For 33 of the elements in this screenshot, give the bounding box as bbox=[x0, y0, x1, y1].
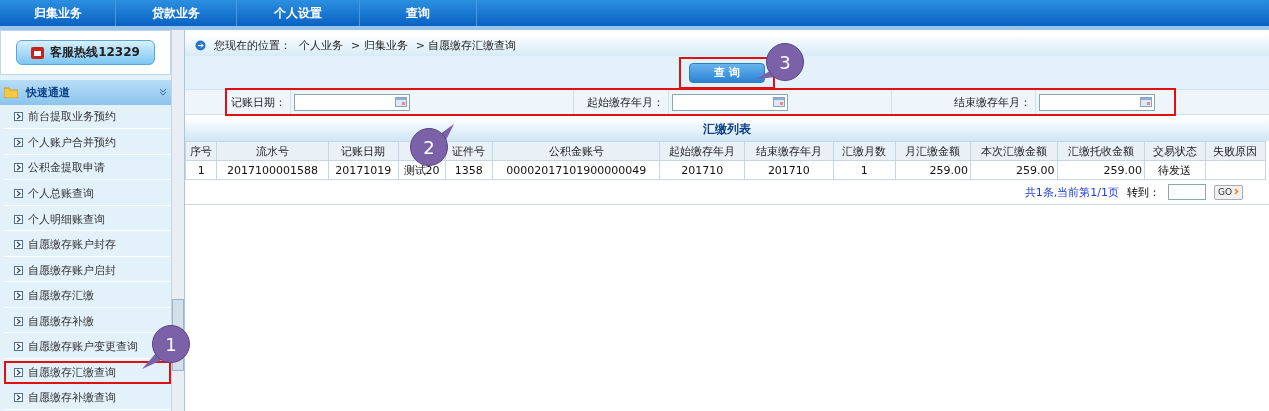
column-header: 序号 bbox=[185, 141, 217, 161]
column-header: 月汇缴金额 bbox=[895, 141, 971, 161]
column-header: 流水号 bbox=[216, 141, 329, 161]
table-cell: 259.00 bbox=[970, 160, 1057, 180]
table-cell: 259.00 bbox=[1057, 160, 1145, 180]
breadcrumb-label: 您现在的位置： bbox=[214, 37, 291, 53]
filter-label: 起始缴存年月： bbox=[573, 90, 669, 114]
page-summary: 共1条,当前第1/1页 bbox=[1024, 184, 1119, 200]
column-header: 汇缴托收金额 bbox=[1057, 141, 1145, 161]
column-header: 证件号 bbox=[445, 141, 493, 161]
table-cell: 1 bbox=[185, 160, 217, 180]
table-cell: 1 bbox=[833, 160, 896, 180]
goto-label: 转到： bbox=[1126, 184, 1160, 200]
filter-label: 结束缴存年月： bbox=[891, 90, 1036, 114]
column-header: 失败原因 bbox=[1205, 141, 1266, 161]
column-header: 本次汇缴金额 bbox=[970, 141, 1057, 161]
table-cell: 201710 bbox=[744, 160, 834, 180]
column-header: 汇缴月数 bbox=[833, 141, 896, 161]
table-title: 汇缴列表 bbox=[703, 120, 751, 138]
column-header: 公积金账号 bbox=[492, 141, 660, 161]
table-cell: 20171019 bbox=[328, 160, 398, 180]
table-cell: 201710 bbox=[659, 160, 745, 180]
column-header: 交易状态 bbox=[1144, 141, 1205, 161]
table-cell: 259.00 bbox=[895, 160, 971, 180]
table-cell: 1358 bbox=[445, 160, 493, 180]
section-title: 快速通道 bbox=[26, 84, 71, 100]
filter-label: 记账日期： bbox=[225, 90, 291, 114]
column-header: 起始缴存年月 bbox=[659, 141, 745, 161]
table-cell: 00002017101900000049 bbox=[492, 160, 660, 180]
table-cell: 2017100001588 bbox=[216, 160, 329, 180]
column-header: 记账日期 bbox=[328, 141, 398, 161]
column-header: 结束缴存年月 bbox=[744, 141, 834, 161]
table-cell: 待发送 bbox=[1144, 160, 1205, 180]
